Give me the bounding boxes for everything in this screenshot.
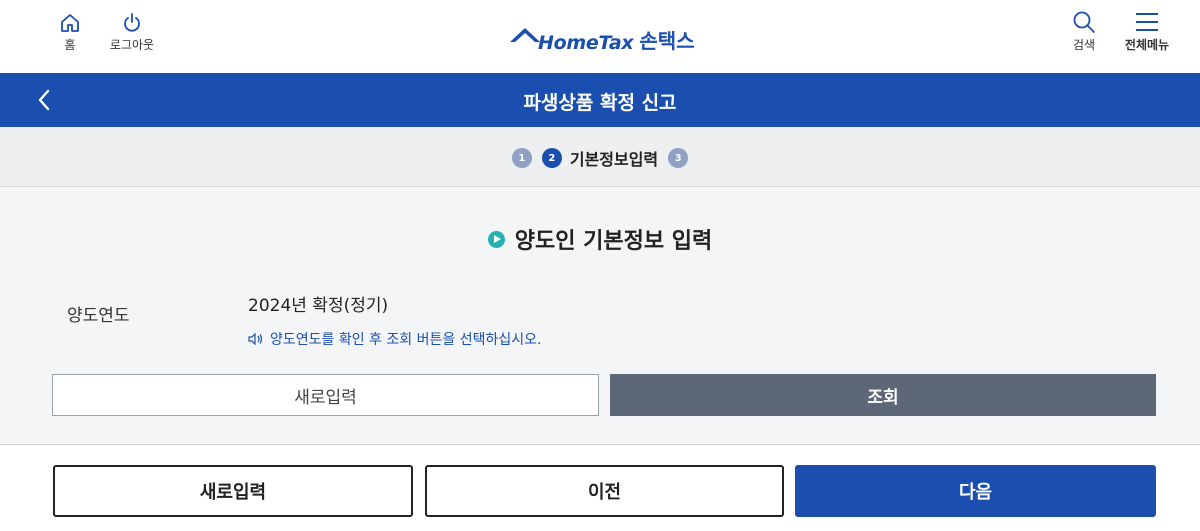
section-header: 양도인 기본정보 입력	[0, 223, 1200, 255]
logo-text: HomeTax	[538, 32, 634, 54]
next-button[interactable]: 다음	[795, 465, 1156, 517]
new-input-button[interactable]: 새로입력	[53, 465, 413, 517]
previous-button[interactable]: 이전	[425, 465, 784, 517]
play-circle-icon	[487, 230, 505, 248]
step-indicator: 1 2 기본정보입력 3	[0, 127, 1200, 187]
lookup-button[interactable]: 조회	[610, 374, 1156, 416]
search-icon	[1072, 11, 1096, 38]
section-title: 양도인 기본정보 입력	[514, 229, 713, 254]
bottom-action-bar: 새로입력 이전 다음	[0, 444, 1200, 531]
hometax-logo[interactable]: HomeTax 손택스	[508, 18, 695, 54]
step-1-badge: 1	[511, 148, 532, 168]
hint-text: 양도연도를 확인 후 조회 버튼을 선택하십시오.	[270, 332, 542, 348]
page-title: 파생상품 확정 신고	[523, 92, 677, 114]
transfer-year-hint: 양도연도를 확인 후 조회 버튼을 선택하십시오.	[248, 329, 541, 349]
search-button[interactable]: 검색	[1064, 10, 1104, 52]
speaker-icon	[248, 332, 264, 346]
transfer-year-label: 양도연도	[67, 306, 130, 326]
hamburger-icon	[1134, 13, 1160, 38]
reset-input-button[interactable]: 새로입력	[52, 374, 599, 416]
menu-label: 전체메뉴	[1124, 38, 1170, 52]
home-icon	[59, 14, 81, 38]
power-icon	[121, 13, 143, 38]
title-bar: 파생상품 확정 신고	[0, 73, 1200, 127]
step-2-label: 기본정보입력	[569, 150, 659, 169]
logout-button[interactable]: 로그아웃	[92, 12, 172, 52]
search-label: 검색	[1072, 38, 1096, 52]
menu-button[interactable]: 전체메뉴	[1112, 10, 1182, 52]
top-header: 홈 로그아웃 HomeTax 손택스 검색 전체메뉴	[0, 0, 1200, 73]
roof-icon	[508, 20, 542, 54]
step-3-badge: 3	[668, 148, 689, 168]
transfer-year-value: 2024년 확정(정기)	[248, 296, 389, 316]
step-2-badge: 2	[541, 148, 562, 168]
logout-label: 로그아웃	[109, 38, 155, 52]
main-content: 양도인 기본정보 입력 양도연도 2024년 확정(정기) 양도연도를 확인 후…	[0, 187, 1200, 444]
logo-kr: 손택스	[639, 29, 695, 53]
home-button[interactable]: 홈	[52, 12, 88, 52]
home-label: 홈	[64, 38, 76, 52]
